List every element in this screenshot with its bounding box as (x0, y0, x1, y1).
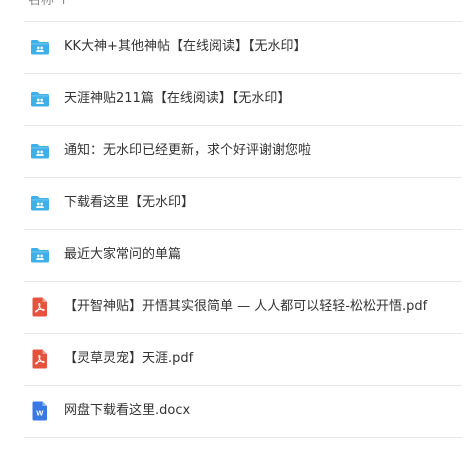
file-row-1[interactable]: KK大神+其他神帖【在线阅读】【无水印】 (24, 22, 462, 74)
file-row-4[interactable]: 下载看这里【无水印】 (24, 178, 462, 230)
file-row-6[interactable]: 【开智神贴】开悟其实很简单 — 人人都可以轻轻-松松开悟.pdf (24, 282, 462, 334)
file-name: 通知：无水印已经更新，求个好评谢谢您啦 (64, 143, 312, 158)
shared-folder-icon (30, 37, 50, 57)
word-file-icon: W (30, 401, 50, 421)
file-name: 下载看这里【无水印】 (64, 195, 195, 210)
shared-folder-icon (30, 89, 50, 109)
file-row-5[interactable]: 最近大家常问的单篇 (24, 230, 462, 282)
svg-text:W: W (36, 409, 44, 418)
file-row-8[interactable]: W 网盘下载看这里.docx (24, 386, 462, 438)
file-name: 网盘下载看这里.docx (64, 403, 191, 418)
file-name: 最近大家常问的单篇 (64, 247, 182, 262)
list-header: 名称 ↑ (24, 0, 462, 22)
file-name: 【灵草灵宠】天涯.pdf (64, 351, 194, 366)
name-column-sort-header[interactable]: 名称 ↑ (28, 0, 69, 10)
file-row-7[interactable]: 【灵草灵宠】天涯.pdf (24, 334, 462, 386)
shared-folder-icon (30, 193, 50, 213)
pdf-file-icon (30, 297, 50, 317)
file-row-2[interactable]: 天涯神贴211篇【在线阅读】【无水印】 (24, 74, 462, 126)
file-name: 【开智神贴】开悟其实很简单 — 人人都可以轻轻-松松开悟.pdf (64, 299, 428, 314)
shared-folder-icon (30, 141, 50, 161)
pdf-file-icon (30, 349, 50, 369)
file-name: KK大神+其他神帖【在线阅读】【无水印】 (64, 39, 307, 54)
file-list: 名称 ↑ KK大神+其他神帖【在线阅读】【无水印】 天涯神贴211篇【在线阅读】… (0, 0, 466, 438)
file-row-3[interactable]: 通知：无水印已经更新，求个好评谢谢您啦 (24, 126, 462, 178)
shared-folder-icon (30, 245, 50, 265)
file-name: 天涯神贴211篇【在线阅读】【无水印】 (64, 91, 291, 106)
